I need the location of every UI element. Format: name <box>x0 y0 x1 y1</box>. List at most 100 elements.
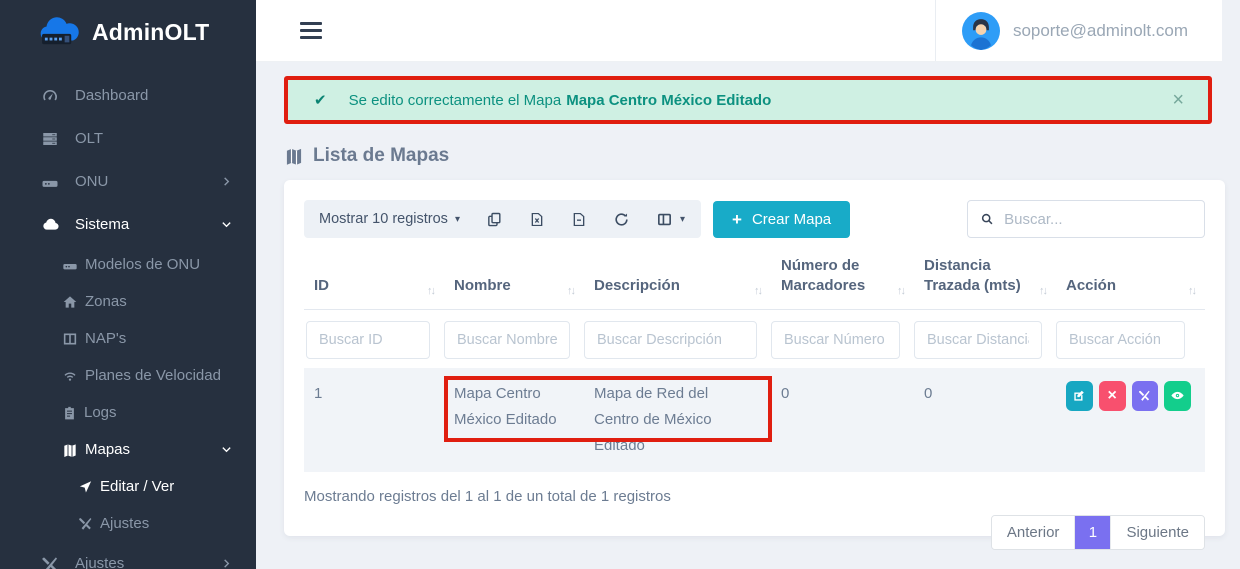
sidebar-item-modelos-de-onu[interactable]: Modelos de ONU <box>0 246 256 283</box>
export-excel-icon[interactable] <box>529 211 545 228</box>
sidebar-item-planes-de-velocidad[interactable]: Planes de Velocidad <box>0 357 256 394</box>
filter-marcadores-input[interactable] <box>771 321 900 359</box>
caret-down-icon: ▾ <box>680 214 685 225</box>
refresh-icon[interactable] <box>613 211 630 228</box>
pagination-next-button[interactable]: Siguiente <box>1110 516 1204 549</box>
sort-icon[interactable]: ↑↓ <box>1188 285 1201 297</box>
tools-icon <box>1138 389 1151 402</box>
view-button[interactable] <box>1164 381 1191 411</box>
copy-icon[interactable] <box>486 211 503 228</box>
sort-icon[interactable]: ↑↓ <box>897 285 910 297</box>
sidebar: AdminOLT Dashboard OLT ONU Sistema <box>0 0 256 569</box>
sidebar-item-label: Logs <box>84 404 117 421</box>
filter-id-input[interactable] <box>306 321 430 359</box>
sidebar-item-dashboard[interactable]: Dashboard <box>0 74 256 117</box>
filter-distancia-input[interactable] <box>914 321 1042 359</box>
column-header-descripcion[interactable]: Descripción↑↓ <box>584 252 771 309</box>
sidebar-item-naps[interactable]: NAP's <box>0 320 256 357</box>
filter-descripcion-input[interactable] <box>584 321 757 359</box>
cell-nombre: Mapa Centro México Editado <box>444 368 584 473</box>
pagination-page-1-button[interactable]: 1 <box>1074 516 1110 549</box>
cell-acciones: × <box>1056 368 1205 473</box>
top-navbar: soporte@adminolt.com <box>256 0 1222 62</box>
sidebar-item-label: Ajustes <box>100 515 149 532</box>
sort-icon[interactable]: ↑↓ <box>427 285 440 297</box>
sidebar-item-editar-ver[interactable]: Editar / Ver <box>0 468 256 505</box>
filter-nombre-input[interactable] <box>444 321 570 359</box>
location-arrow-icon <box>78 479 93 494</box>
sort-icon[interactable]: ↑↓ <box>1039 285 1052 297</box>
alert-highlighted-text: Mapa Centro México Editado <box>566 92 771 109</box>
edit-icon <box>1072 389 1086 403</box>
gauge-icon <box>40 87 60 105</box>
cell-distancia: 0 <box>914 368 1056 473</box>
table-row: 1 Mapa Centro México Editado Mapa de Red… <box>304 368 1205 473</box>
map-icon <box>284 146 304 166</box>
edit-button[interactable] <box>1066 381 1093 411</box>
show-entries-select[interactable]: Mostrar 10 registros ▾ <box>319 211 460 227</box>
clipboard-icon <box>62 405 77 420</box>
pagination-previous-button[interactable]: Anterior <box>992 516 1075 549</box>
search-input[interactable] <box>1004 211 1192 228</box>
home-icon <box>62 294 78 310</box>
sidebar-item-sistema[interactable]: Sistema <box>0 203 256 246</box>
column-header-id[interactable]: ID↑↓ <box>304 252 444 309</box>
column-header-distancia[interactable]: Distancia Trazada (mts)↑↓ <box>914 252 1056 309</box>
chevron-down-icon <box>221 219 232 230</box>
search-icon <box>980 211 994 227</box>
toolbar-strip: Mostrar 10 registros ▾ ▾ <box>304 200 701 238</box>
page-title: Lista de Mapas <box>284 145 1240 167</box>
settings-button[interactable] <box>1132 381 1159 411</box>
sidebar-item-onu[interactable]: ONU <box>0 160 256 203</box>
sidebar-item-label: NAP's <box>85 330 126 347</box>
success-alert: ✔ Se edito correctamente el Mapa Mapa Ce… <box>288 80 1208 120</box>
tools-icon <box>40 555 60 569</box>
create-map-button[interactable]: + Crear Mapa <box>713 201 850 238</box>
caret-down-icon: ▾ <box>455 214 460 225</box>
sidebar-item-label: Ajustes <box>75 555 124 569</box>
adminolt-logo-icon <box>36 16 82 48</box>
sidebar-item-label: Sistema <box>75 216 129 233</box>
columns-icon <box>62 331 78 347</box>
column-header-accion[interactable]: Acción↑↓ <box>1056 252 1205 309</box>
export-file-icon[interactable] <box>571 211 587 228</box>
sidebar-item-label: Zonas <box>85 293 127 310</box>
chevron-right-icon <box>221 558 232 569</box>
cell-id: 1 <box>304 368 444 473</box>
delete-button[interactable]: × <box>1099 381 1126 411</box>
table-header-row: ID↑↓ Nombre↑↓ Descripción↑↓ Número de Ma… <box>304 252 1205 309</box>
column-header-nombre[interactable]: Nombre↑↓ <box>444 252 584 309</box>
sidebar-item-mapas[interactable]: Mapas <box>0 431 256 468</box>
x-icon: × <box>1107 388 1116 404</box>
alert-message: Se edito correctamente el Mapa <box>349 92 562 109</box>
column-header-marcadores[interactable]: Número de Marcadores↑↓ <box>771 252 914 309</box>
chevron-right-icon <box>221 176 232 187</box>
sort-icon[interactable]: ↑↓ <box>567 285 580 297</box>
app-window: AdminOLT Dashboard OLT ONU Sistema <box>0 0 1240 569</box>
maps-table-card: Mostrar 10 registros ▾ ▾ + Crear Mapa <box>284 180 1225 536</box>
device-icon <box>62 257 78 273</box>
sidebar-item-label: Planes de Velocidad <box>85 367 221 384</box>
sidebar-item-zonas[interactable]: Zonas <box>0 283 256 320</box>
table-records-info: Mostrando registros del 1 al 1 de un tot… <box>304 488 1205 505</box>
tools-icon <box>78 516 93 531</box>
eye-icon <box>1170 388 1185 403</box>
sidebar-item-ajustes-mapas[interactable]: Ajustes <box>0 505 256 542</box>
close-icon[interactable]: × <box>1172 90 1184 110</box>
hamburger-menu-button[interactable] <box>300 22 322 39</box>
column-visibility-button[interactable]: ▾ <box>656 211 685 228</box>
filter-accion-input[interactable] <box>1056 321 1185 359</box>
sidebar-item-olt[interactable]: OLT <box>0 117 256 160</box>
map-icon <box>62 442 78 458</box>
user-email: soporte@adminolt.com <box>1013 21 1188 41</box>
server-icon <box>40 130 60 148</box>
brand[interactable]: AdminOLT <box>0 0 256 64</box>
avatar <box>962 12 1000 50</box>
sort-icon[interactable]: ↑↓ <box>754 285 767 297</box>
chevron-down-icon <box>221 444 232 455</box>
sidebar-item-label: Modelos de ONU <box>85 256 200 273</box>
sidebar-item-ajustes[interactable]: Ajustes <box>0 542 256 569</box>
sidebar-item-logs[interactable]: Logs <box>0 394 256 431</box>
cloud-icon <box>40 215 60 234</box>
user-menu[interactable]: soporte@adminolt.com <box>935 0 1222 61</box>
